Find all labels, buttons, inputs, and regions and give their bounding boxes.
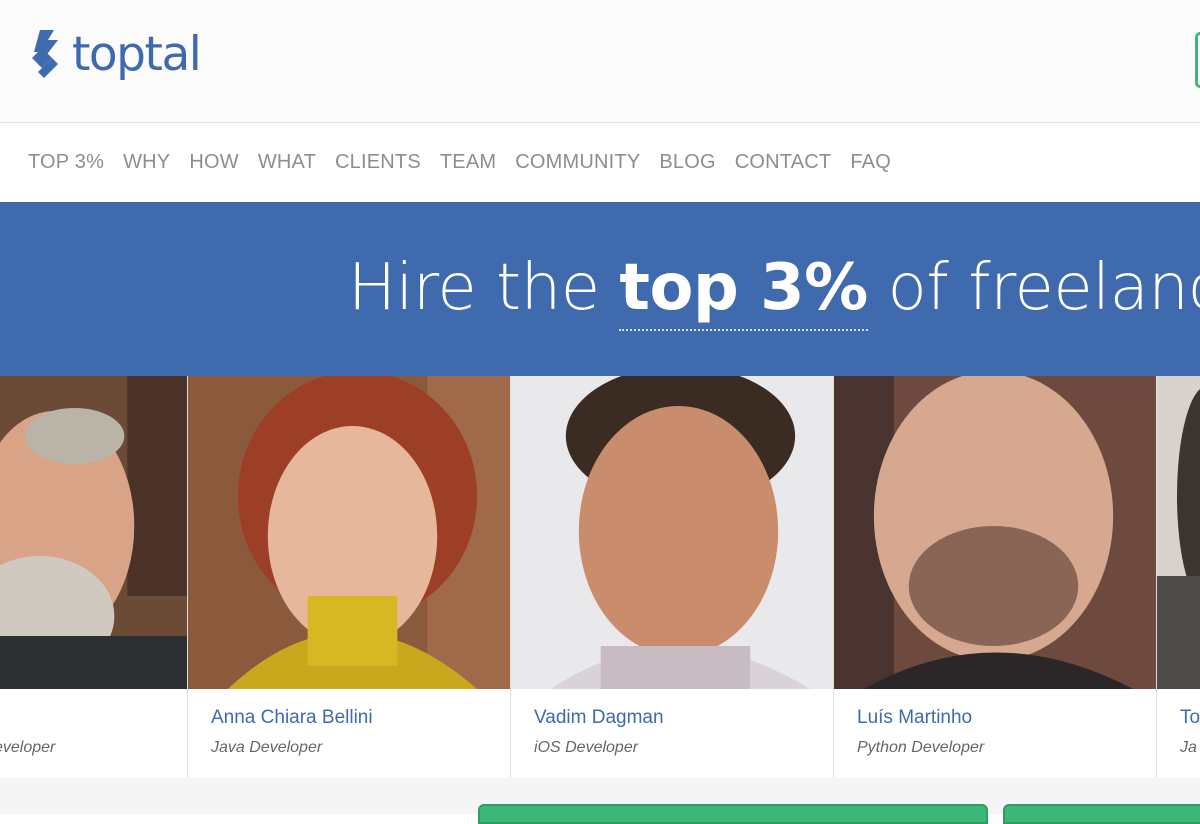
developer-card[interactable]: eveloper xyxy=(0,376,188,778)
developer-role: Ja xyxy=(1180,739,1197,756)
developer-photo xyxy=(1157,376,1200,689)
developer-name[interactable]: Luís Martinho xyxy=(857,707,972,729)
nav-item-blog[interactable]: BLOG xyxy=(659,151,715,174)
developer-photo xyxy=(188,376,510,689)
nav-item-faq[interactable]: FAQ xyxy=(850,151,891,174)
primary-cta-button[interactable] xyxy=(478,804,988,824)
nav-item-how[interactable]: HOW xyxy=(189,151,238,174)
developer-photo xyxy=(834,376,1156,689)
developer-role: Java Developer xyxy=(211,739,323,756)
nav-item-community[interactable]: COMMUNITY xyxy=(515,151,640,174)
nav-item-clients[interactable]: CLIENTS xyxy=(335,151,421,174)
developer-carousel: eveloper Anna Chiara Bellini Java Develo… xyxy=(0,376,1200,779)
bottom-section xyxy=(0,778,1200,824)
hero-title-suffix: of freelanc xyxy=(867,251,1200,325)
developer-card[interactable]: To Ja xyxy=(1157,376,1200,778)
hero-title: Hire the top 3% of freelanc xyxy=(348,248,1200,328)
toptal-logo-icon xyxy=(32,30,58,78)
developer-name[interactable]: Anna Chiara Bellini xyxy=(211,707,373,729)
nav-item-contact[interactable]: CONTACT xyxy=(735,151,832,174)
header-cta-button[interactable] xyxy=(1195,32,1200,88)
developer-card[interactable]: Anna Chiara Bellini Java Developer xyxy=(188,376,511,778)
site-header: toptal xyxy=(0,0,1200,123)
main-nav: TOP 3% WHY HOW WHAT CLIENTS TEAM COMMUNI… xyxy=(0,123,1200,202)
developer-card[interactable]: Vadim Dagman iOS Developer xyxy=(511,376,834,778)
developer-card[interactable]: Luís Martinho Python Developer xyxy=(834,376,1157,778)
nav-item-why[interactable]: WHY xyxy=(123,151,170,174)
toptal-wordmark: toptal xyxy=(72,27,202,82)
developer-role: Python Developer xyxy=(857,739,985,756)
developer-photo xyxy=(511,376,833,689)
developer-name[interactable]: Vadim Dagman xyxy=(534,707,664,729)
developer-role: eveloper xyxy=(0,739,56,756)
hero-title-prefix: Hire the xyxy=(348,251,620,325)
developer-role: iOS Developer xyxy=(534,739,639,756)
nav-item-what[interactable]: WHAT xyxy=(258,151,316,174)
secondary-cta-button[interactable] xyxy=(1003,804,1200,824)
nav-item-top3[interactable]: TOP 3% xyxy=(28,151,104,174)
developer-name[interactable]: To xyxy=(1180,707,1200,729)
nav-item-team[interactable]: TEAM xyxy=(440,151,496,174)
hero-title-highlight[interactable]: top 3% xyxy=(619,251,868,325)
developer-photo xyxy=(0,376,187,689)
hero-banner: Hire the top 3% of freelanc xyxy=(0,202,1200,376)
toptal-logo[interactable]: toptal xyxy=(28,27,202,82)
